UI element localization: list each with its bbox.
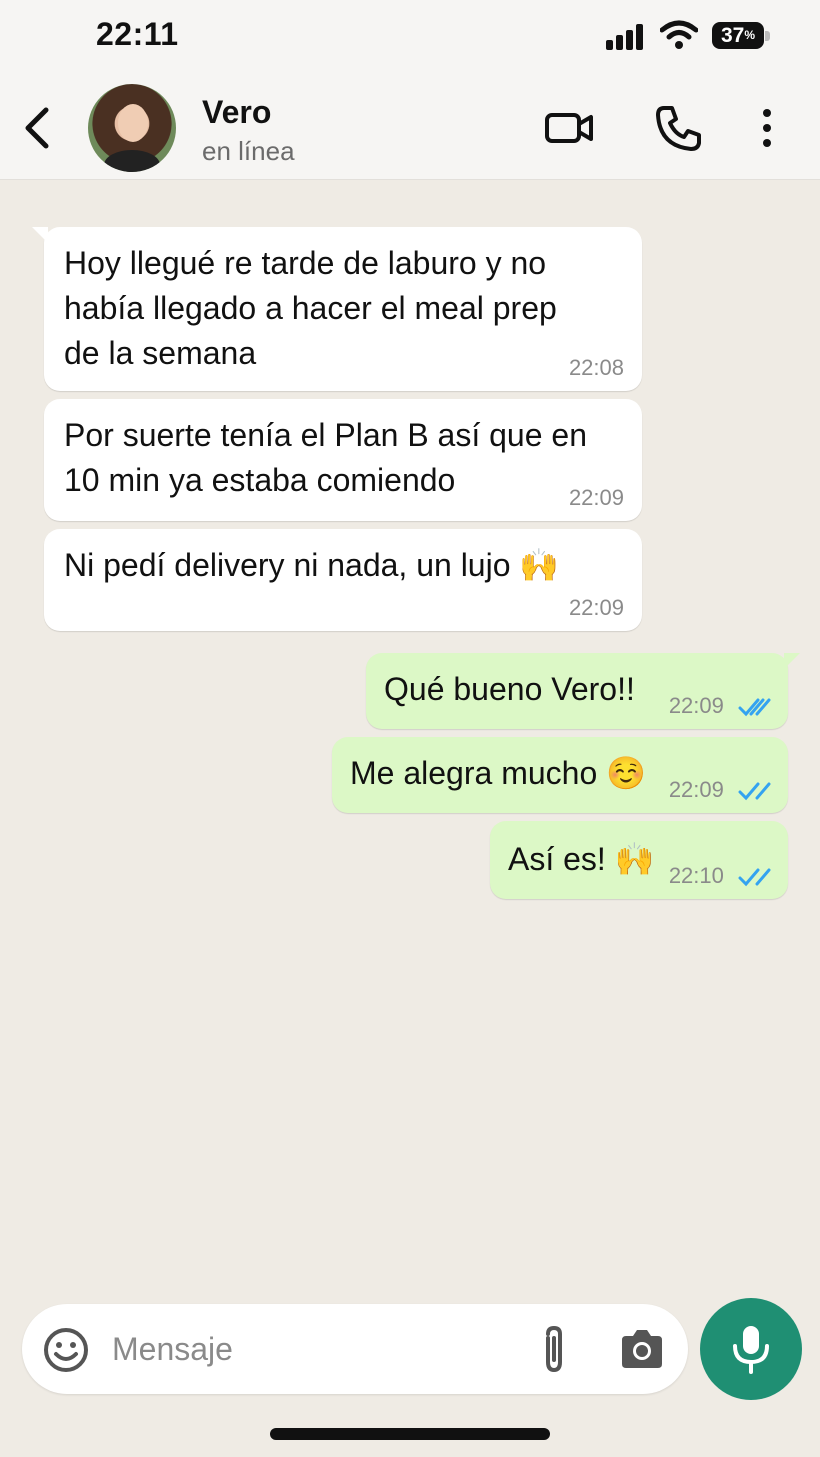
mic-icon: [733, 1326, 769, 1374]
battery-unit: %: [744, 28, 756, 42]
message-meta: 22:09: [669, 777, 772, 803]
read-ticks-icon: [738, 782, 771, 801]
home-indicator: [270, 1428, 550, 1440]
message-composer: [22, 1304, 688, 1394]
chat-area[interactable]: Hoy llegué re tarde de laburo y no había…: [0, 181, 820, 1291]
emoji-icon[interactable]: [42, 1326, 90, 1374]
message-time: 22:10: [668, 863, 724, 888]
camera-icon[interactable]: [618, 1328, 666, 1370]
signal-icon: [606, 24, 646, 50]
message-line: había llegado a hacer el meal prep: [64, 290, 557, 326]
message-time: 22:08: [568, 355, 624, 380]
chat-header: Vero en línea: [0, 76, 820, 180]
back-chevron-icon[interactable]: [18, 104, 58, 152]
message-line: Así es!: [508, 841, 606, 877]
status-time: 22:11: [96, 16, 179, 52]
message-outgoing[interactable]: Me alegra mucho ☺️ 22:09: [332, 737, 788, 813]
message-outgoing[interactable]: Así es! 🙌 22:10: [490, 821, 788, 899]
message-incoming[interactable]: Hoy llegué re tarde de laburo y no había…: [32, 227, 642, 391]
message-meta: 22:10: [669, 863, 772, 889]
bubble-tail: [784, 653, 800, 669]
message-line: Hoy llegué re tarde de laburo y no: [64, 245, 547, 281]
message-time: 22:09: [568, 485, 624, 510]
message-line: 10 min ya estaba comiendo: [64, 462, 456, 498]
message-time: 22:09: [668, 693, 724, 718]
message-text: Qué bueno Vero!!: [384, 671, 635, 707]
message-time: 22:09: [668, 777, 724, 802]
battery-icon: 37%: [712, 22, 764, 49]
message-text: Por suerte tenía el Plan B así que en 10…: [64, 413, 587, 503]
video-call-icon[interactable]: [544, 106, 594, 150]
read-ticks-icon: [738, 868, 771, 887]
message-text: Hoy llegué re tarde de laburo y no había…: [64, 241, 557, 376]
raising-hands-emoji-icon: 🙌: [519, 546, 560, 584]
mic-button[interactable]: [700, 1298, 802, 1400]
avatar-shirt: [104, 150, 160, 172]
message-incoming[interactable]: Por suerte tenía el Plan B así que en 10…: [44, 399, 642, 521]
raising-hands-emoji-icon: 🙌: [614, 840, 655, 878]
battery-cap: [765, 31, 770, 41]
smiling-face-emoji-icon: ☺️: [606, 754, 646, 792]
message-outgoing[interactable]: Qué bueno Vero!! 22:09: [366, 653, 800, 729]
message-line: Ni pedí delivery ni nada, un lujo: [64, 547, 511, 583]
read-ticks-icon: [738, 698, 771, 717]
wifi-icon: [660, 20, 698, 49]
message-line: de la semana: [64, 335, 257, 371]
phone-icon[interactable]: [654, 104, 702, 152]
message-text: Ni pedí delivery ni nada, un lujo 🙌: [64, 543, 559, 588]
status-bar: 22:11 37%: [0, 0, 820, 76]
message-time: 22:09: [568, 595, 624, 620]
more-vertical-icon[interactable]: [752, 106, 782, 150]
message-line: Por suerte tenía el Plan B así que en: [64, 417, 587, 453]
paperclip-icon[interactable]: [536, 1324, 572, 1376]
message-text: Así es! 🙌: [508, 837, 655, 882]
bubble-tail: [32, 227, 48, 243]
message-line: Me alegra mucho: [350, 755, 598, 791]
message-meta: 22:09: [669, 693, 772, 719]
contact-status: en línea: [202, 136, 295, 166]
message-incoming[interactable]: Ni pedí delivery ni nada, un lujo 🙌 22:0…: [44, 529, 642, 631]
avatar-face: [118, 104, 148, 142]
battery-level: 37: [720, 24, 745, 47]
avatar[interactable]: [88, 84, 176, 172]
message-text: Me alegra mucho ☺️: [350, 751, 646, 796]
contact-name[interactable]: Vero: [202, 94, 271, 131]
message-input[interactable]: [112, 1324, 512, 1374]
